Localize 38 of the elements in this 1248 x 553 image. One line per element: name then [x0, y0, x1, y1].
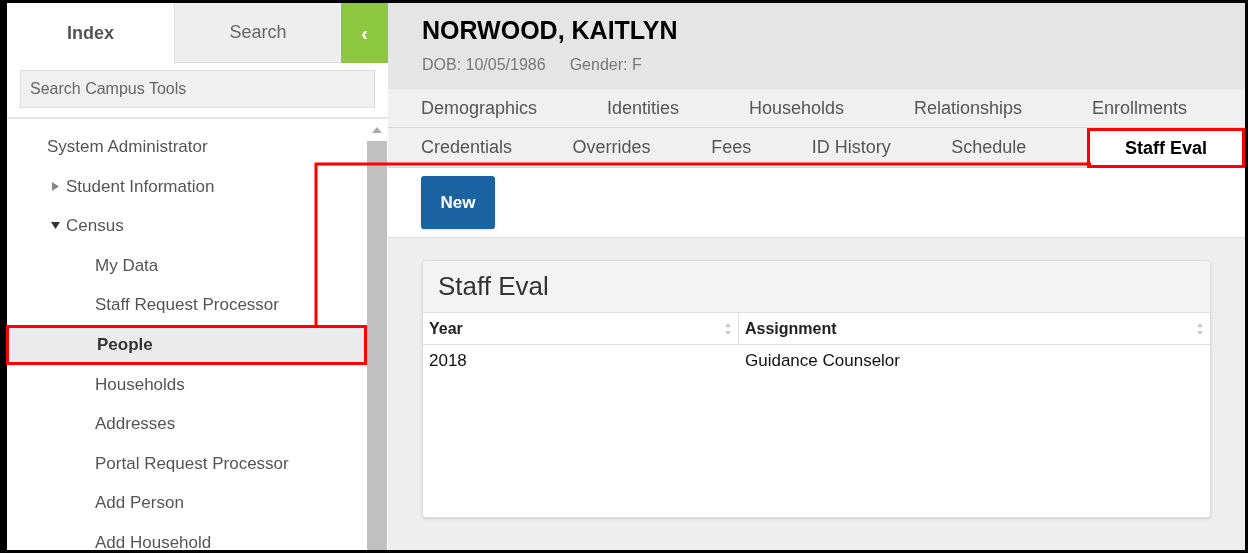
tab[interactable]: Enrollments [1091, 89, 1187, 127]
dob-text: DOB: 10/05/1986 [422, 55, 546, 75]
tree-item[interactable]: Portal Request Processor [7, 443, 366, 484]
tab[interactable]: Schedule [951, 128, 1027, 167]
new-button[interactable]: New [421, 176, 495, 229]
column-header[interactable]: Year [423, 313, 739, 344]
tab[interactable]: Fees [711, 128, 752, 167]
caret-right-icon[interactable] [51, 181, 60, 191]
person-name: NORWOOD, KAITLYN [422, 15, 679, 45]
sidebar-tab[interactable]: Search [174, 3, 341, 63]
sort-icon [724, 321, 732, 336]
sort-icon [1196, 321, 1204, 336]
tree-item[interactable]: Add Household [7, 522, 366, 550]
tree-item[interactable]: People [6, 324, 367, 365]
tree-item[interactable]: System Administrator [7, 127, 366, 167]
gender-text: Gender: F [569, 55, 642, 75]
tab[interactable]: Demographics [421, 89, 538, 127]
caret-down-icon[interactable] [51, 221, 60, 231]
table-cell-text: Guidance Counselor [744, 350, 901, 373]
panel-title: Staff Eval [438, 270, 549, 303]
tree-item[interactable]: Addresses [7, 404, 366, 444]
tab[interactable]: Credentials [421, 128, 513, 167]
tree-item[interactable]: Add Person [7, 483, 366, 523]
tab[interactable]: ID History [811, 128, 891, 167]
tab[interactable]: Overrides [572, 128, 651, 167]
scroll-up-icon[interactable] [372, 127, 382, 133]
table-cell-text: 2018 [428, 350, 468, 373]
search-field[interactable]: Search Campus Tools [20, 70, 375, 108]
tree-item[interactable]: My Data [7, 245, 366, 286]
tab[interactable]: Identities [607, 89, 680, 127]
tab[interactable]: Households [748, 89, 844, 127]
tree-item[interactable]: Households [7, 364, 366, 405]
tab[interactable]: Relationships [913, 89, 1022, 127]
column-header[interactable]: Assignment [739, 313, 1210, 344]
tree-item[interactable]: Student Information [7, 166, 366, 207]
tree-item[interactable]: Staff Request Processor [7, 285, 366, 325]
tree-item[interactable]: Census [7, 206, 366, 246]
tab[interactable]: Staff Eval [1086, 128, 1245, 168]
